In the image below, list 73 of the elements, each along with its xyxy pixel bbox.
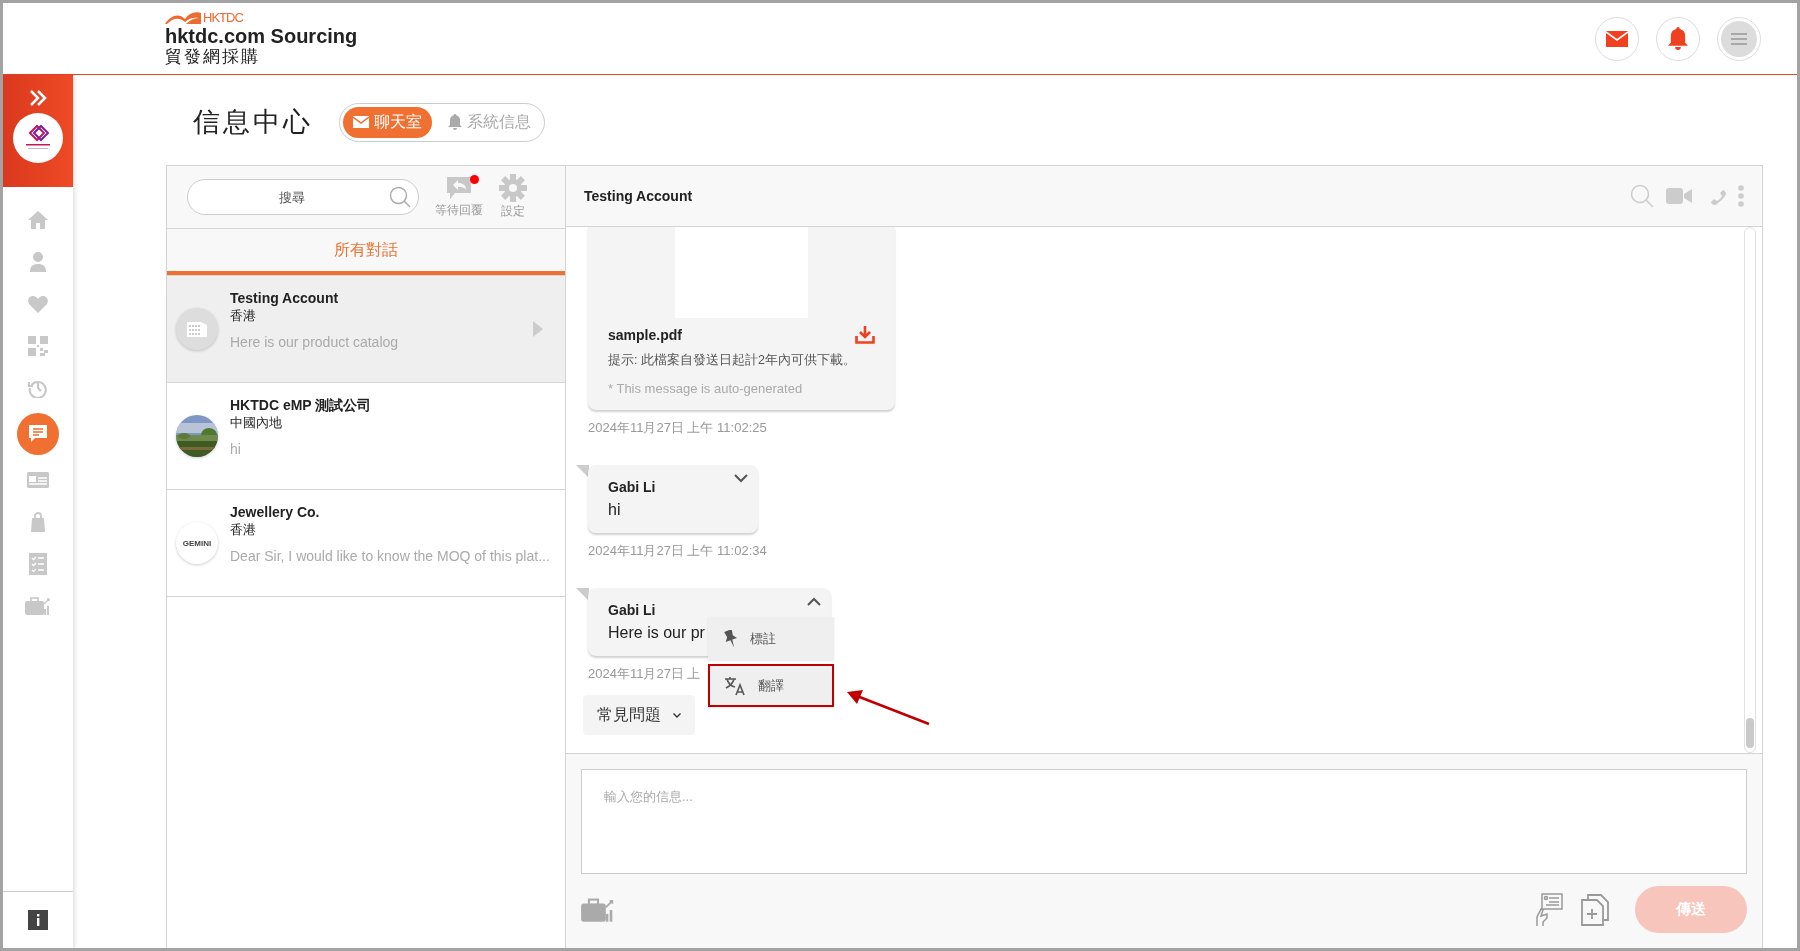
logo-icon (165, 11, 201, 24)
message-text: hi (608, 501, 621, 519)
reply-icon (445, 175, 473, 201)
id-card-icon (27, 472, 49, 488)
menu-icon (1731, 32, 1747, 45)
message-preview: Dear Sir, I would like to know the MOQ of this plat... (230, 548, 550, 564)
translate-icon (724, 675, 746, 696)
message-text: Here is our pr (608, 624, 705, 642)
company-logo: GEMINI (176, 522, 218, 564)
briefcase-icon[interactable] (581, 896, 615, 923)
conversation-item[interactable]: Testing Account 香港 Here is our product catalog (167, 276, 565, 383)
caret-icon (533, 321, 543, 337)
bell-icon (1668, 27, 1688, 50)
briefcase-icon (25, 596, 51, 616)
expand-icon[interactable] (29, 89, 47, 107)
chevron-down-icon[interactable] (734, 474, 748, 483)
menu-button[interactable] (1717, 16, 1761, 61)
info-icon[interactable] (28, 910, 48, 930)
notification-button[interactable] (1656, 16, 1700, 61)
download-icon[interactable] (855, 326, 875, 344)
search-icon (389, 186, 411, 208)
translate-menu-item[interactable]: 翻譯 (708, 664, 834, 707)
contact-region: 香港 (230, 307, 257, 325)
sender-name: Gabi Li (608, 479, 657, 495)
search-field[interactable]: 搜尋 (187, 179, 419, 215)
pin-menu-item[interactable]: 標註 (708, 617, 834, 660)
sidebar-item[interactable] (17, 413, 59, 455)
conversation-item[interactable]: GEMINI Jewellery Co. 香港 Dear Sir, I would like to know the MOQ of this plat... (167, 490, 565, 597)
chevron-up-icon[interactable] (807, 597, 821, 606)
chat-icon (28, 424, 48, 444)
caret-icon (673, 712, 681, 718)
card-hand-icon[interactable] (1533, 892, 1563, 927)
contact-name: Jewellery Co. (230, 503, 321, 521)
video-icon[interactable] (1666, 188, 1692, 204)
building-icon (176, 308, 218, 350)
contact-name: Testing Account (230, 289, 340, 307)
brand-name: hktdc.com Sourcing (165, 24, 358, 47)
more-icon[interactable] (1738, 185, 1744, 207)
message-time: 2024年11月27日 上 (588, 665, 701, 683)
qr-code-icon (28, 336, 48, 356)
message-field[interactable]: 輸入您的信息... (581, 769, 1747, 874)
file-hint: 提示: 此檔案自發送日起計2年內可供下載。 (608, 352, 857, 369)
checklist-icon (29, 553, 47, 575)
message-preview: hi (230, 441, 242, 457)
conversation-item[interactable]: HKTDC eMP 測試公司 中國內地 hi (167, 383, 565, 490)
message-time: 2024年11月27日 上午 11:02:34 (588, 542, 767, 560)
shopping-bag-icon (30, 512, 46, 532)
mail-icon (1606, 30, 1628, 47)
brand-mark: HKTDC (203, 10, 243, 25)
contact-region: 香港 (230, 521, 257, 539)
search-icon[interactable] (1630, 184, 1654, 208)
brand-name: 貿發網採購 (165, 46, 261, 67)
company-logo (13, 113, 63, 163)
page-title: 信息中心 (193, 106, 313, 139)
mail-button[interactable] (1595, 16, 1639, 61)
home-icon (28, 211, 48, 229)
gear-icon (499, 174, 527, 202)
person-icon (30, 252, 46, 272)
faq-button[interactable]: 常見問題 (583, 695, 695, 735)
contact-name: HKTDC eMP 測試公司 (230, 396, 373, 414)
sender-name: Gabi Li (608, 602, 657, 618)
file-name: sample.pdf (608, 327, 682, 343)
auto-generated-note: * This message is auto-generated (608, 381, 804, 396)
chat-title: Testing Account (584, 188, 693, 204)
history-icon (28, 378, 48, 398)
heart-icon (28, 295, 48, 313)
pin-icon (724, 629, 738, 648)
contact-region: 中國內地 (230, 414, 283, 432)
message-time: 2024年11月27日 上午 11:02:25 (588, 419, 767, 437)
message-preview: Here is our product catalog (230, 334, 400, 350)
bell-icon (448, 114, 462, 130)
mail-icon (353, 116, 369, 128)
add-file-icon[interactable] (1581, 893, 1609, 926)
